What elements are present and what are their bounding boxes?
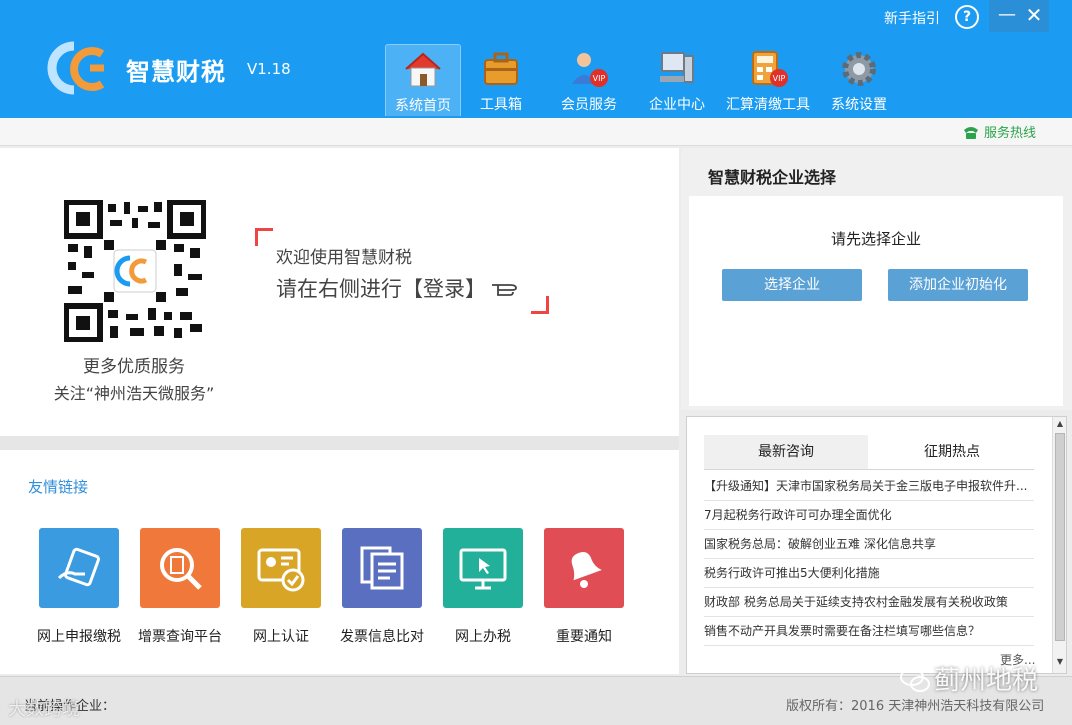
tile-label[interactable]: 重要通知 bbox=[529, 626, 639, 646]
links-title: 友情链接 bbox=[28, 478, 89, 496]
wechat-icon bbox=[900, 668, 930, 692]
nav-settlement-tools[interactable]: VIP 汇算清缴工具 bbox=[721, 44, 815, 116]
nav-settings[interactable]: 系统设置 bbox=[821, 44, 897, 116]
tab-hot-topics[interactable]: 征期热点 bbox=[870, 435, 1034, 469]
copyright-text: 版权所有：2016 天津神州浩天科技有限公司 bbox=[786, 699, 1045, 714]
tile-important-notice[interactable] bbox=[544, 528, 624, 608]
documents-icon bbox=[360, 546, 404, 590]
tab-latest[interactable]: 最新咨询 bbox=[704, 435, 868, 469]
bracket-decoration bbox=[531, 296, 549, 314]
tile-invoice-comparison[interactable] bbox=[342, 528, 422, 608]
divider bbox=[704, 469, 1034, 470]
vip-user-icon: VIP bbox=[572, 53, 608, 87]
nav-toolbox[interactable]: 工具箱 bbox=[463, 44, 539, 116]
tile-online-tax-filing[interactable] bbox=[39, 528, 119, 608]
company-select-panel: 智慧财税企业选择 请先选择企业 选择企业 添加企业初始化 bbox=[681, 148, 1072, 410]
qr-caption-1: 更多优质服务 bbox=[83, 357, 185, 377]
hotline-link[interactable]: 服务热线 bbox=[962, 122, 1036, 141]
magnifier-doc-icon bbox=[160, 548, 202, 590]
welcome-line-2: 请在右侧进行【登录】 bbox=[276, 273, 520, 303]
pointing-hand-icon bbox=[492, 284, 517, 296]
qr-code bbox=[64, 200, 206, 342]
close-button[interactable]: ✕ bbox=[1023, 4, 1045, 28]
watermark-right: 蓟州地税 bbox=[900, 660, 1038, 697]
news-tabs: 最新咨询 征期热点 bbox=[704, 435, 1034, 469]
news-item[interactable]: 7月起税务行政许可可办理全面优化 bbox=[704, 501, 1034, 530]
news-item[interactable]: 销售不动产开具发票时需要在备注栏填写哪些信息？ bbox=[704, 617, 1034, 646]
news-scrollbar[interactable]: ▲ ▼ bbox=[1052, 417, 1066, 673]
tile-online-certification[interactable] bbox=[241, 528, 321, 608]
scroll-thumb[interactable] bbox=[1055, 433, 1065, 641]
toolbox-icon bbox=[484, 52, 518, 85]
monitor-icon bbox=[459, 548, 507, 590]
app-logo-icon bbox=[47, 41, 105, 95]
app-name: 智慧财税 bbox=[126, 58, 226, 86]
nav-vip[interactable]: VIP 会员服务 bbox=[549, 44, 629, 116]
calculator-vip-icon: VIP bbox=[752, 51, 788, 87]
gear-icon bbox=[842, 52, 876, 86]
watermark-left: 大数跨境 bbox=[8, 699, 80, 720]
svg-text:VIP: VIP bbox=[773, 74, 786, 83]
id-card-check-icon bbox=[257, 548, 305, 592]
minimize-button[interactable]: — bbox=[996, 4, 1018, 28]
tile-invoice-query[interactable] bbox=[140, 528, 220, 608]
phone-icon bbox=[964, 127, 978, 139]
news-item[interactable]: 【升级通知】天津市国家税务局关于金三版电子申报软件升... bbox=[704, 472, 1034, 501]
add-company-button[interactable]: 添加企业初始化 bbox=[888, 269, 1028, 301]
tile-label[interactable]: 网上认证 bbox=[226, 626, 336, 646]
news-item[interactable]: 税务行政许可推出5大便利化措施 bbox=[704, 559, 1034, 588]
tile-label[interactable]: 发票信息比对 bbox=[327, 626, 437, 646]
divider bbox=[0, 436, 679, 450]
news-panel: 最新咨询 征期热点 【升级通知】天津市国家税务局关于金三版电子申报软件升... … bbox=[686, 416, 1067, 674]
company-box: 请先选择企业 选择企业 添加企业初始化 bbox=[689, 196, 1063, 406]
scroll-up-arrow-icon[interactable]: ▲ bbox=[1053, 419, 1067, 431]
news-item[interactable]: 财政部 税务总局关于延续支持农村金融发展有关税收政策 bbox=[704, 588, 1034, 617]
qr-caption-2: 关注“神州浩天微服务” bbox=[53, 384, 215, 403]
bell-icon bbox=[571, 552, 602, 588]
select-company-button[interactable]: 选择企业 bbox=[722, 269, 862, 301]
help-button[interactable]: ? bbox=[955, 5, 979, 29]
company-prompt: 请先选择企业 bbox=[830, 230, 921, 248]
tile-online-tax-office[interactable] bbox=[443, 528, 523, 608]
news-item[interactable]: 国家税务总局：破解创业五难 深化信息共享 bbox=[704, 530, 1034, 559]
welcome-panel: 更多优质服务 关注“神州浩天微服务” 欢迎使用智慧财税 请在右侧进行【登录】 bbox=[0, 148, 679, 436]
home-icon bbox=[405, 52, 441, 87]
computer-icon bbox=[660, 52, 694, 83]
friendly-links-panel: 友情链接 网上申报缴税 增票查询平台 网上认证 发票信息比对 网上办税 重要通知 bbox=[0, 450, 679, 674]
guide-link[interactable]: 新手指引 bbox=[884, 8, 940, 28]
title-bar: 智慧财税 V1.18 新手指引 ? — ✕ 系统首页 工具箱 VIP 会员服务 … bbox=[0, 0, 1072, 118]
app-version: V1.18 bbox=[247, 60, 291, 78]
company-title: 智慧财税企业选择 bbox=[708, 168, 837, 187]
svg-text:VIP: VIP bbox=[593, 74, 606, 83]
scroll-down-arrow-icon[interactable]: ▼ bbox=[1053, 657, 1067, 669]
welcome-line-1: 欢迎使用智慧财税 bbox=[276, 248, 412, 268]
bracket-decoration bbox=[255, 228, 273, 246]
nav-enterprise[interactable]: 企业中心 bbox=[637, 44, 717, 116]
tile-label[interactable]: 网上申报缴税 bbox=[24, 626, 134, 646]
nav-home[interactable]: 系统首页 bbox=[385, 44, 461, 116]
tile-label[interactable]: 网上办税 bbox=[428, 626, 538, 646]
sub-bar: 服务热线 bbox=[0, 118, 1072, 146]
tax-card-icon bbox=[57, 547, 101, 587]
tile-label[interactable]: 增票查询平台 bbox=[125, 626, 235, 646]
